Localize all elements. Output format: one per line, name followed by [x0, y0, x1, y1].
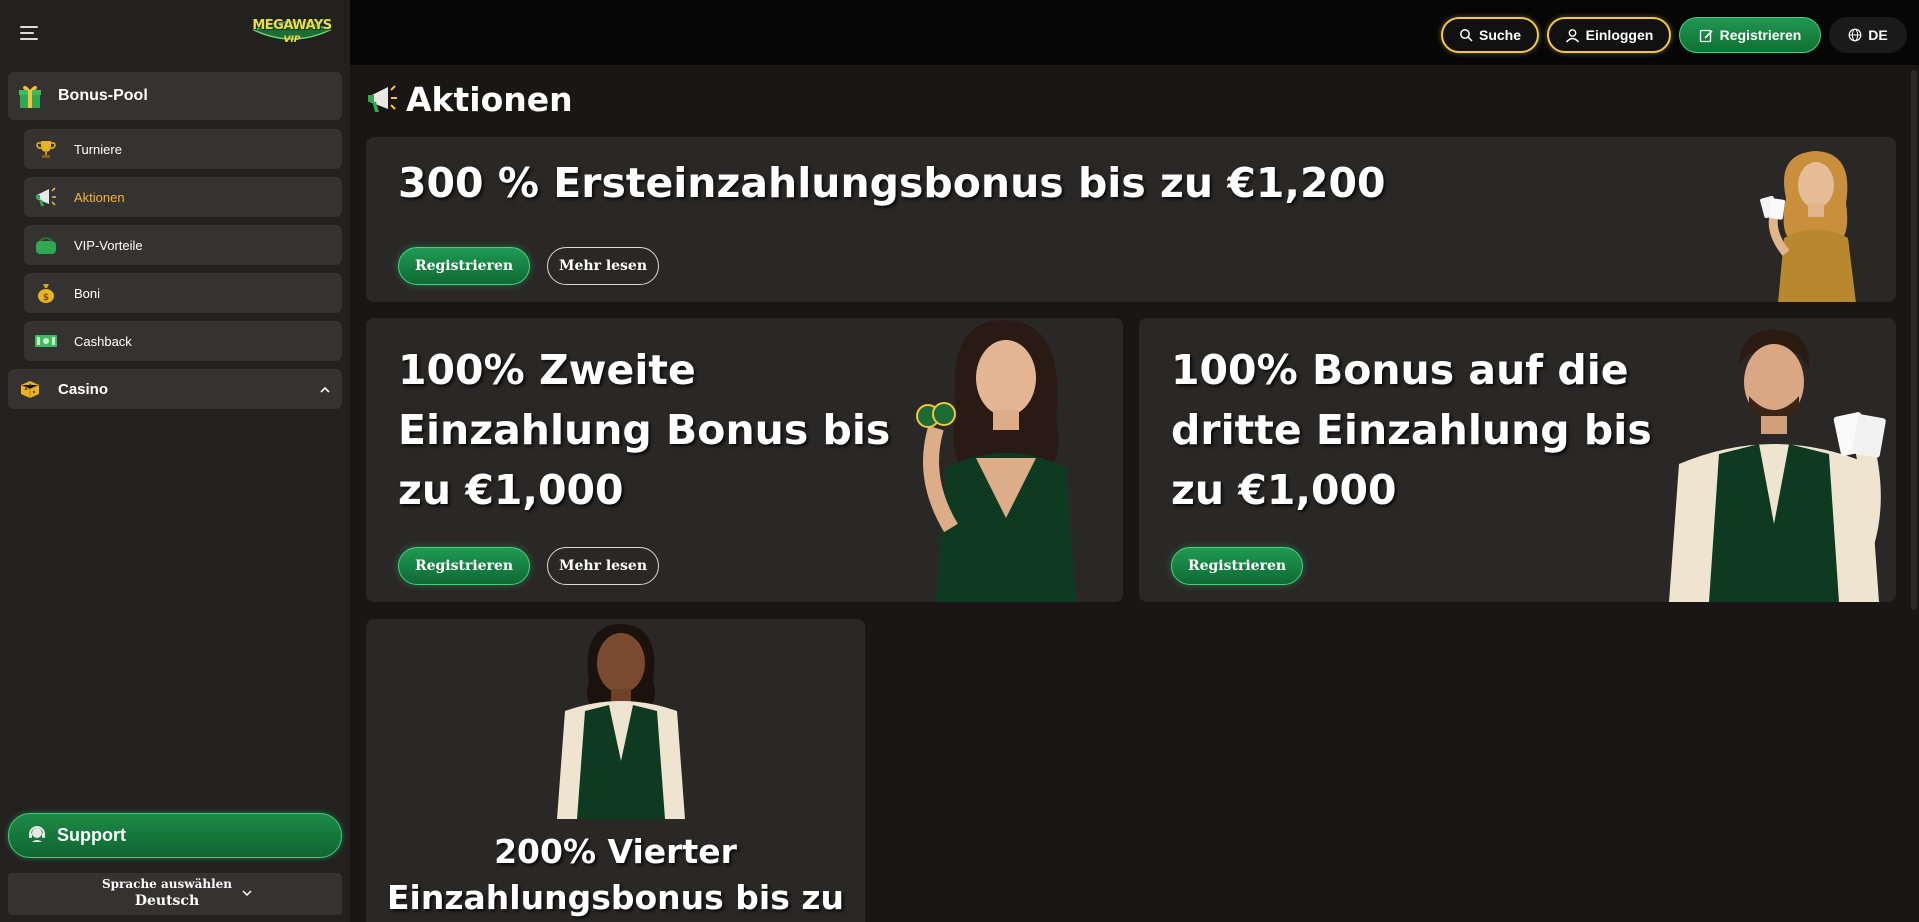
brand-logo[interactable]: MEGAWAYS VIP [250, 14, 334, 50]
promo-title-line: Einzahlung Bonus bis [398, 406, 891, 454]
search-icon [1460, 29, 1473, 42]
promo-card: 100% Bonus auf die dritte Einzahlung bis… [1139, 318, 1896, 602]
login-button[interactable]: Einloggen [1547, 17, 1671, 53]
support-label: Support [57, 825, 126, 845]
dealer-woman-image [557, 624, 685, 819]
language-select[interactable]: Sprache auswählen Deutsch [8, 873, 342, 915]
promo-title: 200% Vierter Einzahlungsbonus bis zu [366, 829, 865, 921]
support-button[interactable]: Support [8, 813, 342, 858]
gift-icon [16, 82, 44, 110]
top-header: Suche Einloggen Registrieren DE [350, 0, 1919, 65]
promo-card: 100% Zweite Einzahlung Bonus bis zu €1,0… [366, 318, 1123, 602]
megaphone-icon [366, 81, 398, 119]
register-label: Registrieren [1719, 27, 1802, 43]
sidebar-item-label: Bonus-Pool [58, 87, 148, 104]
sidebar: MEGAWAYS VIP Bonus-Pool Turniere Aktione… [0, 0, 350, 922]
language-caption: Sprache auswählen [101, 877, 232, 891]
sidebar-item-label: Casino [58, 380, 109, 398]
search-label: Suche [1478, 27, 1521, 43]
promo-title-line: 200% Vierter [494, 832, 737, 871]
promo-title-line: Einzahlungsbonus bis zu [386, 878, 845, 917]
menu-toggle-icon[interactable] [20, 26, 38, 40]
megaphone-icon [32, 183, 60, 211]
register-button[interactable]: Registrieren [398, 247, 530, 285]
register-button[interactable]: Registrieren [398, 547, 530, 585]
cash-icon [32, 327, 60, 355]
dice-icon [16, 375, 44, 403]
sidebar-item-bonus-pool[interactable]: Bonus-Pool [8, 72, 342, 120]
promo-card: 200% Vierter Einzahlungsbonus bis zu [366, 619, 865, 922]
sidebar-item-label: Aktionen [74, 189, 125, 205]
chevron-down-icon [242, 890, 252, 897]
promo-title-line: 100% Bonus auf die [1171, 346, 1629, 394]
language-value: Deutsch [134, 893, 200, 909]
wallet-icon [32, 231, 60, 259]
logo-sub: VIP [283, 35, 301, 45]
search-button[interactable]: Suche [1441, 17, 1539, 53]
sidebar-item-aktionen[interactable]: Aktionen [24, 177, 342, 217]
sidebar-header: MEGAWAYS VIP [0, 0, 350, 65]
edit-icon [1699, 29, 1713, 42]
page-title-text: Aktionen [406, 80, 573, 119]
logo-text: MEGAWAYS [252, 18, 332, 33]
page-title: Aktionen [366, 80, 573, 119]
register-button[interactable]: Registrieren [1171, 547, 1303, 585]
sidebar-item-vip-vorteile[interactable]: VIP-Vorteile [24, 225, 342, 265]
read-more-button[interactable]: Mehr lesen [547, 547, 659, 585]
dealer-man-image [1669, 329, 1886, 602]
sidebar-item-casino[interactable]: Casino [8, 369, 342, 409]
money-bag-icon: $ [32, 279, 60, 307]
svg-text:$: $ [43, 293, 49, 303]
sidebar-item-cashback[interactable]: Cashback [24, 321, 342, 361]
globe-icon [1848, 28, 1862, 42]
promo-title: 100% Zweite Einzahlung Bonus bis zu €1,0… [398, 340, 890, 520]
sidebar-item-turniere[interactable]: Turniere [24, 129, 342, 169]
dealer-woman-image [916, 319, 1076, 602]
headset-icon [27, 824, 47, 848]
promo-title-line: dritte Einzahlung bis [1171, 406, 1652, 454]
read-more-button[interactable]: Mehr lesen [547, 247, 659, 285]
promo-title: 300 % Ersteinzahlungsbonus bis zu €1,200 [398, 159, 1386, 207]
promo-title-line: zu €1,000 [1171, 466, 1397, 514]
sidebar-item-label: Cashback [74, 333, 132, 349]
language-button[interactable]: DE [1829, 17, 1907, 53]
chevron-up-icon[interactable] [320, 385, 330, 395]
scrollbar-thumb[interactable] [1911, 70, 1917, 610]
sidebar-item-label: VIP-Vorteile [74, 237, 143, 253]
login-label: Einloggen [1585, 27, 1654, 43]
trophy-icon [32, 135, 60, 163]
promo-card: 300 % Ersteinzahlungsbonus bis zu €1,200… [366, 137, 1896, 302]
promo-title: 100% Bonus auf die dritte Einzahlung bis… [1171, 340, 1652, 520]
sidebar-item-label: Boni [74, 285, 101, 301]
dealer-woman-image [1760, 151, 1856, 302]
register-button[interactable]: Registrieren [1679, 17, 1821, 53]
user-icon [1565, 28, 1579, 42]
promo-title-line: 100% Zweite [398, 346, 696, 394]
sidebar-item-label: Turniere [74, 141, 122, 157]
promo-title-line: zu €1,000 [398, 466, 624, 514]
language-code: DE [1868, 27, 1888, 43]
sidebar-item-boni[interactable]: $ Boni [24, 273, 342, 313]
